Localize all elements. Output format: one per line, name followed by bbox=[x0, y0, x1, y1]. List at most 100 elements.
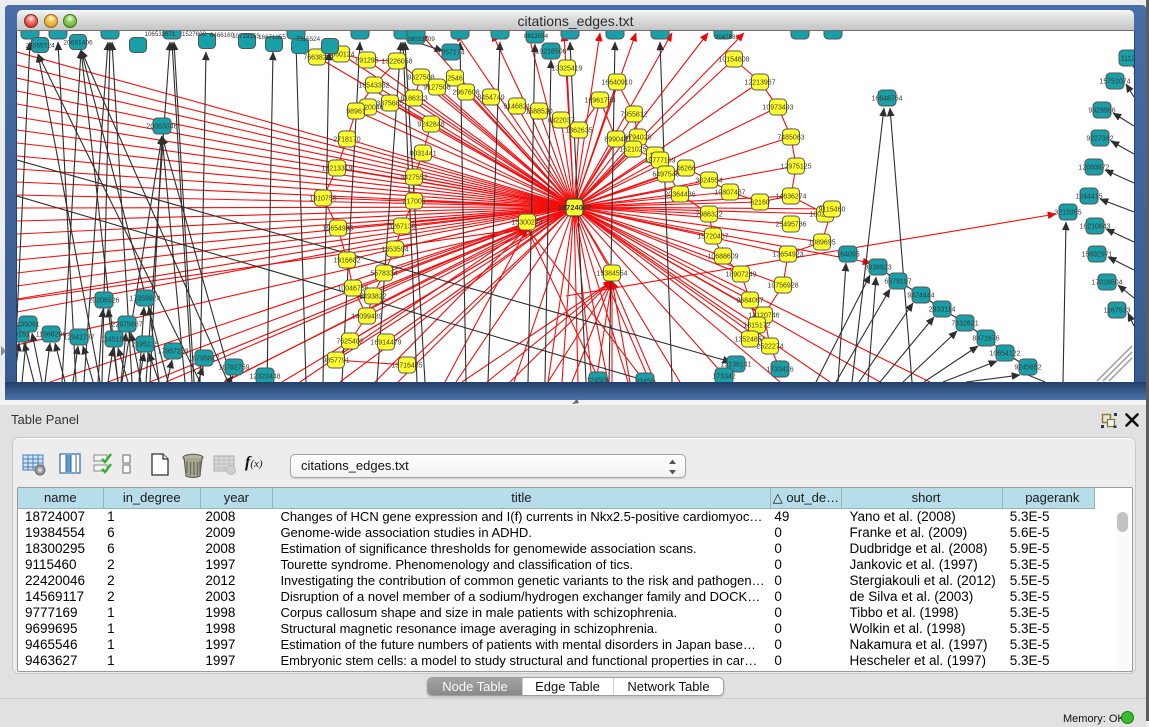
svg-text:20053346: 20053346 bbox=[146, 123, 177, 130]
svg-text:20206526: 20206526 bbox=[88, 297, 119, 304]
svg-text:1733426: 1733426 bbox=[766, 366, 793, 373]
svg-text:1244415: 1244415 bbox=[1075, 193, 1102, 200]
svg-text:10688609: 10688609 bbox=[707, 253, 738, 260]
svg-text:1362635: 1362635 bbox=[565, 127, 592, 134]
svg-text:20364436: 20364436 bbox=[664, 191, 695, 198]
svg-text:13716485: 13716485 bbox=[391, 362, 422, 369]
svg-text:5578334: 5578334 bbox=[370, 270, 397, 277]
svg-text:18907249: 18907249 bbox=[725, 271, 756, 278]
svg-text:8938923: 8938923 bbox=[864, 264, 891, 271]
svg-text:9684067: 9684067 bbox=[736, 297, 763, 304]
svg-text:13226058: 13226058 bbox=[381, 58, 412, 65]
svg-text:13524851: 13524851 bbox=[734, 336, 765, 343]
svg-text:10719155: 10719155 bbox=[232, 33, 260, 40]
svg-text:9474444: 9474444 bbox=[907, 292, 934, 299]
svg-text:19777169: 19777169 bbox=[644, 157, 675, 164]
svg-text:20691406: 20691406 bbox=[63, 39, 93, 46]
svg-text:8471676: 8471676 bbox=[972, 335, 999, 342]
svg-text:6497546: 6497546 bbox=[652, 171, 679, 178]
svg-text:2522274: 2522274 bbox=[756, 343, 783, 350]
svg-text:15136141: 15136141 bbox=[720, 361, 751, 368]
svg-text:7357274: 7357274 bbox=[437, 49, 464, 56]
svg-text:9127508: 9127508 bbox=[423, 84, 450, 91]
svg-text:17359924: 17359924 bbox=[129, 295, 160, 302]
svg-text:8186323: 8186323 bbox=[400, 95, 427, 102]
svg-text:14099489: 14099489 bbox=[351, 313, 382, 320]
svg-text:5493822: 5493822 bbox=[359, 293, 386, 300]
svg-text:3215955: 3215955 bbox=[1054, 209, 1081, 216]
svg-text:19218506: 19218506 bbox=[535, 48, 566, 55]
svg-text:1527602: 1527602 bbox=[182, 31, 207, 38]
svg-text:7485063: 7485063 bbox=[777, 134, 804, 141]
svg-text:14636274: 14636274 bbox=[775, 193, 806, 200]
svg-text:891295: 891295 bbox=[355, 57, 378, 64]
svg-text:17957253: 17957253 bbox=[157, 348, 188, 355]
svg-text:7955812: 7955812 bbox=[620, 111, 647, 118]
svg-text:25495786: 25495786 bbox=[775, 221, 806, 228]
svg-text:22975867: 22975867 bbox=[111, 321, 142, 328]
svg-text:8813054: 8813054 bbox=[524, 33, 549, 40]
svg-text:17016504: 17016504 bbox=[1091, 279, 1122, 286]
svg-text:1916682: 1916682 bbox=[333, 257, 360, 264]
svg-text:1145197: 1145197 bbox=[101, 336, 128, 343]
svg-text:16210643: 16210643 bbox=[1079, 223, 1110, 230]
svg-text:16961758: 16961758 bbox=[584, 97, 615, 104]
svg-text:9242848: 9242848 bbox=[417, 121, 444, 128]
svg-text:16795817: 16795817 bbox=[188, 355, 219, 362]
svg-text:7986322: 7986322 bbox=[695, 211, 722, 218]
svg-text:12213967: 12213967 bbox=[744, 79, 775, 86]
svg-text:12093872: 12093872 bbox=[1078, 164, 1109, 171]
svg-text:8322037: 8322037 bbox=[547, 117, 574, 124]
svg-text:16640910: 16640910 bbox=[601, 79, 632, 86]
svg-text:16543362: 16543362 bbox=[358, 82, 389, 89]
svg-text:8454749: 8454749 bbox=[477, 94, 504, 101]
svg-text:1621025: 1621025 bbox=[619, 146, 646, 153]
svg-text:3624554: 3624554 bbox=[695, 177, 722, 184]
svg-text:1353594: 1353594 bbox=[381, 246, 408, 253]
svg-text:16671355: 16671355 bbox=[258, 34, 286, 41]
svg-text:12213319: 12213319 bbox=[321, 165, 352, 172]
svg-text:98961: 98961 bbox=[346, 108, 366, 115]
svg-text:16033809: 16033809 bbox=[407, 36, 435, 43]
svg-text:15300273: 15300273 bbox=[511, 219, 542, 226]
svg-text:1588520: 1588520 bbox=[525, 108, 552, 115]
svg-text:11568296: 11568296 bbox=[36, 331, 67, 338]
svg-text:6879197: 6879197 bbox=[884, 278, 911, 285]
svg-text:164095: 164095 bbox=[836, 251, 859, 258]
svg-text:15720407: 15720407 bbox=[697, 233, 728, 240]
svg-text:12323448: 12323448 bbox=[249, 373, 280, 380]
svg-text:15692971: 15692971 bbox=[1081, 251, 1112, 258]
svg-text:3267130: 3267130 bbox=[388, 223, 415, 230]
svg-text:10973493: 10973493 bbox=[762, 104, 793, 111]
svg-text:15751074: 15751074 bbox=[1099, 78, 1130, 85]
svg-text:19756928: 19756928 bbox=[767, 282, 798, 289]
svg-text:7515524: 7515524 bbox=[296, 36, 321, 43]
svg-text:13325419: 13325419 bbox=[551, 65, 582, 72]
svg-text:10807487: 10807487 bbox=[714, 189, 745, 196]
svg-text:1815172: 1815172 bbox=[743, 322, 770, 329]
svg-text:1167533: 1167533 bbox=[1104, 307, 1131, 314]
svg-text:18724007: 18724007 bbox=[558, 203, 591, 212]
svg-text:10046766: 10046766 bbox=[337, 285, 368, 292]
svg-text:1112: 1112 bbox=[1121, 55, 1134, 62]
svg-text:2047682: 2047682 bbox=[715, 34, 740, 41]
svg-text:435061: 435061 bbox=[17, 321, 40, 328]
svg-text:6794028: 6794028 bbox=[624, 134, 651, 141]
svg-text:10654122: 10654122 bbox=[989, 350, 1020, 357]
svg-text:93450: 93450 bbox=[635, 378, 655, 382]
svg-text:9427552: 9427552 bbox=[400, 174, 427, 181]
svg-text:2195135: 2195135 bbox=[131, 341, 158, 348]
svg-text:124509: 124509 bbox=[586, 377, 609, 382]
svg-text:217005: 217005 bbox=[402, 198, 425, 205]
svg-text:1810755: 1810755 bbox=[309, 195, 336, 202]
svg-text:9115460: 9115460 bbox=[819, 206, 846, 213]
svg-text:16648764: 16648764 bbox=[871, 95, 902, 102]
svg-text:16914479: 16914479 bbox=[370, 339, 401, 346]
svg-text:7625402: 7625402 bbox=[336, 338, 363, 345]
svg-text:1089695: 1089695 bbox=[808, 239, 835, 246]
svg-text:10154808: 10154808 bbox=[718, 56, 749, 63]
svg-text:6466160: 6466160 bbox=[210, 32, 235, 39]
svg-text:9227342: 9227342 bbox=[1086, 135, 1113, 142]
svg-text:19654985: 19654985 bbox=[322, 225, 353, 232]
svg-text:2718170: 2718170 bbox=[333, 136, 360, 143]
